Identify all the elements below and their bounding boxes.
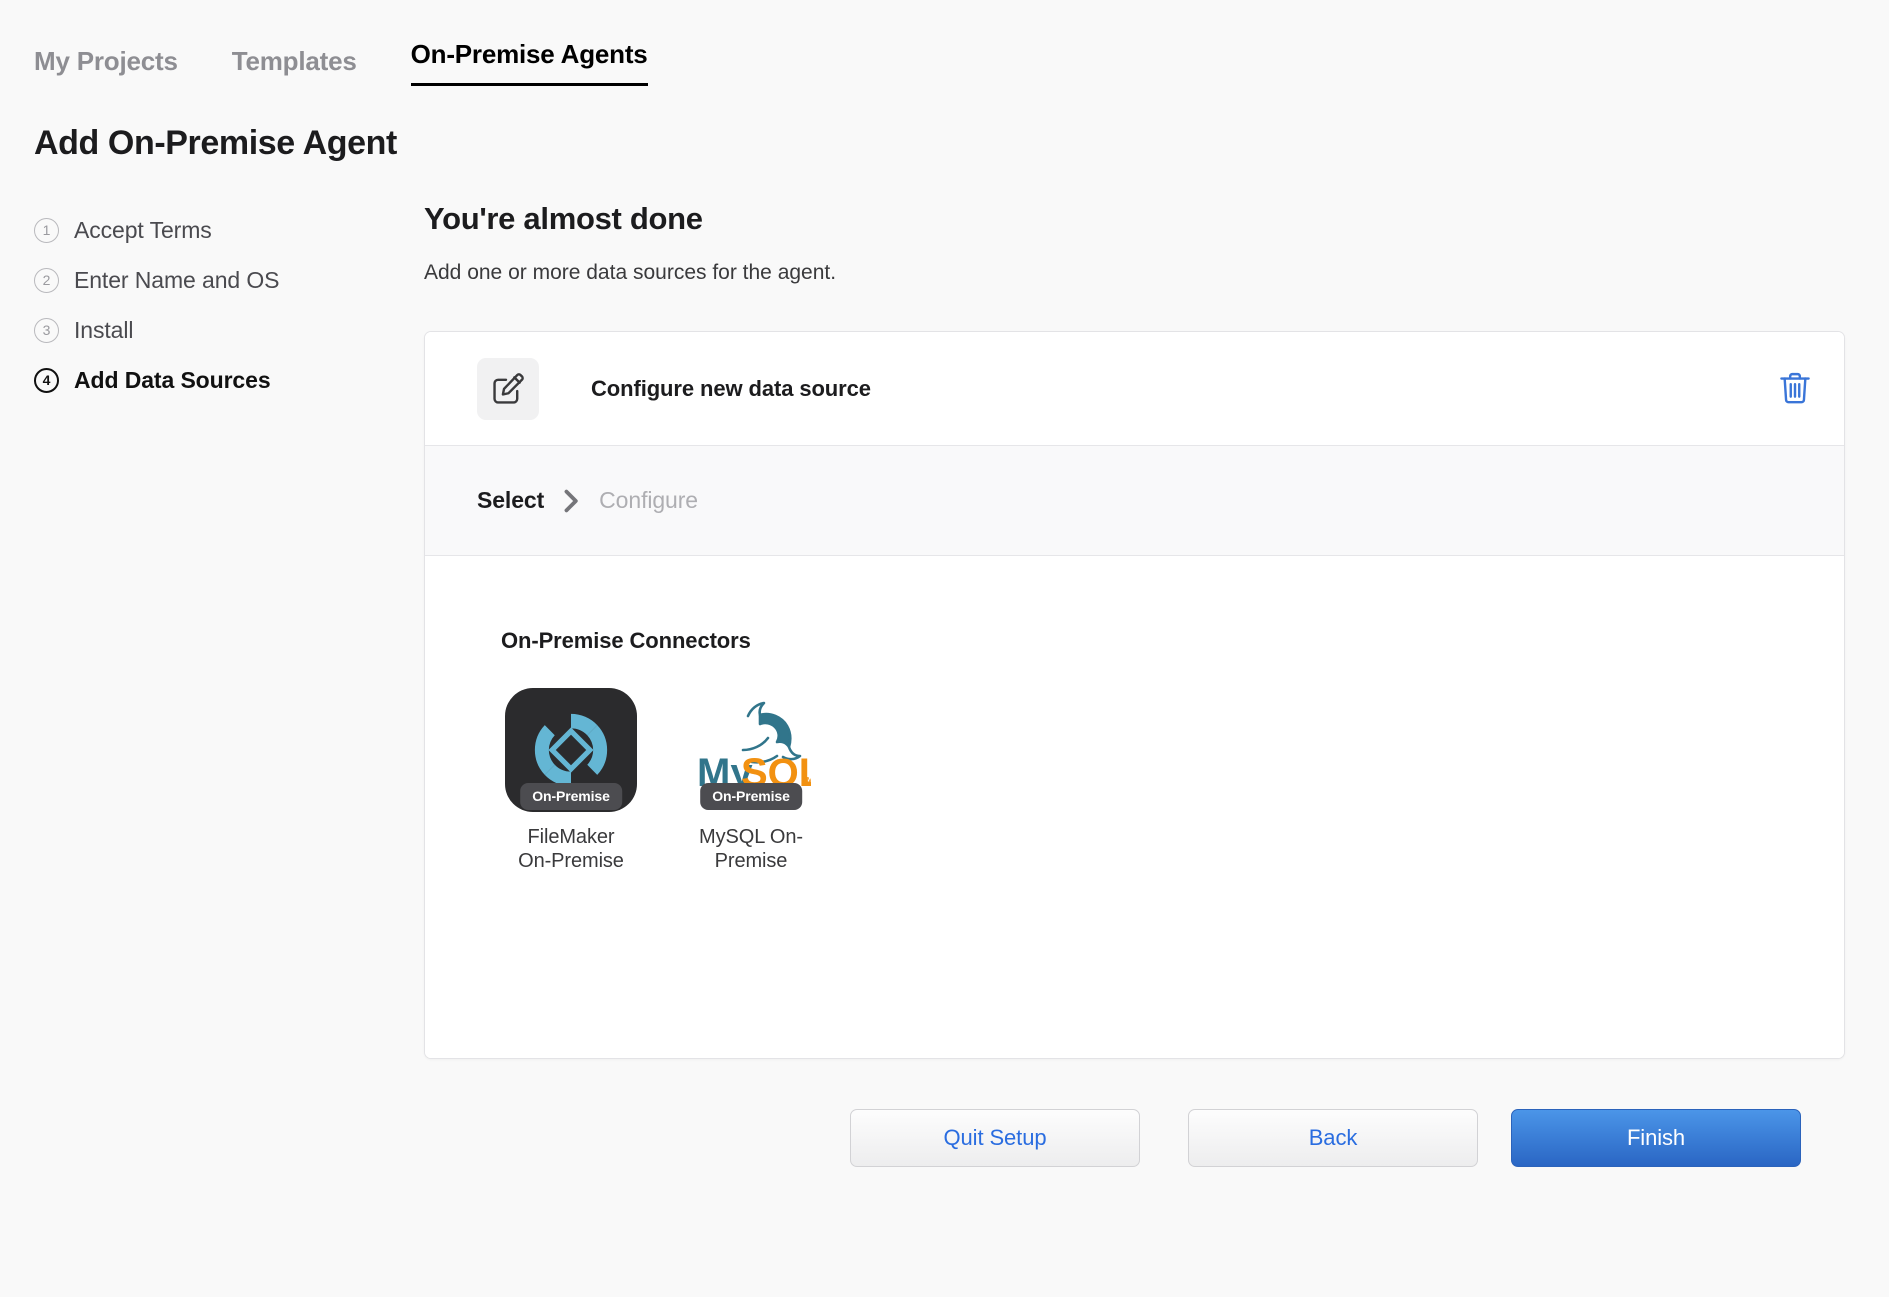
top-tab-bar: My Projects Templates On-Premise Agents [0,0,1889,86]
connector-tile: My SQL ™ On-Premise [685,688,817,812]
back-button[interactable]: Back [1188,1109,1478,1167]
trash-icon[interactable] [1778,370,1812,408]
chevron-right-icon [562,488,581,514]
step-label: Enter Name and OS [74,266,280,293]
wizard-footer: Quit Setup Back Finish [850,1109,1801,1167]
connector-filemaker-on-premise[interactable]: On-Premise FileMaker On-Premise [501,688,641,873]
step-label: Add Data Sources [74,366,271,393]
connector-label-line1: MySQL On- [699,826,803,848]
data-source-breadcrumb: Select Configure [425,446,1844,556]
connector-grid: On-Premise FileMaker On-Premise My SQ On… [501,688,1844,873]
step-number-badge: 4 [34,367,59,393]
connectors-panel: On-Premise Connectors On-Premise FileMak… [425,556,1844,1058]
data-source-card-header: Configure new data source [425,332,1844,446]
breadcrumb-select[interactable]: Select [477,487,544,514]
data-source-card: Configure new data source Select Configu… [424,331,1845,1059]
tab-templates[interactable]: Templates [232,46,357,86]
step-install[interactable]: 3 Install [34,305,424,355]
wizard-stepper: 1 Accept Terms 2 Enter Name and OS 3 Ins… [34,201,424,1167]
svg-text:™: ™ [801,774,811,789]
step-accept-terms[interactable]: 1 Accept Terms [34,205,424,255]
connector-label-line1: FileMaker [527,826,615,848]
tab-my-projects[interactable]: My Projects [34,46,178,86]
quit-setup-button[interactable]: Quit Setup [850,1109,1140,1167]
data-source-title: Configure new data source [591,375,871,401]
step-number-badge: 2 [34,267,59,293]
step-label: Accept Terms [74,216,212,243]
page-body: 1 Accept Terms 2 Enter Name and OS 3 Ins… [0,201,1889,1167]
step-label: Install [74,316,134,343]
finish-button[interactable]: Finish [1511,1109,1801,1167]
connector-tile: On-Premise [505,688,637,812]
on-premise-badge: On-Premise [520,783,622,810]
connector-mysql-on-premise[interactable]: My SQL ™ On-Premise MySQL On- Premise [681,688,821,873]
breadcrumb-configure[interactable]: Configure [599,487,698,514]
connector-label-line2: Premise [714,849,788,872]
step-number-badge: 3 [34,317,59,343]
on-premise-badge: On-Premise [700,783,802,810]
tab-on-premise-agents[interactable]: On-Premise Agents [410,39,648,86]
connector-label: FileMaker On-Premise [518,826,624,873]
connector-label-line2: On-Premise [518,849,624,872]
step-add-data-sources[interactable]: 4 Add Data Sources [34,355,424,405]
main-content: You're almost done Add one or more data … [424,201,1889,1167]
step-enter-name-and-os[interactable]: 2 Enter Name and OS [34,255,424,305]
page-title: Add On-Premise Agent [34,124,397,162]
connectors-heading: On-Premise Connectors [501,628,751,653]
main-subheading: Add one or more data sources for the age… [424,261,837,284]
main-heading: You're almost done [424,201,703,236]
step-number-badge: 1 [34,217,59,243]
edit-square-icon[interactable] [477,357,539,420]
connector-label: MySQL On- Premise [699,826,803,873]
